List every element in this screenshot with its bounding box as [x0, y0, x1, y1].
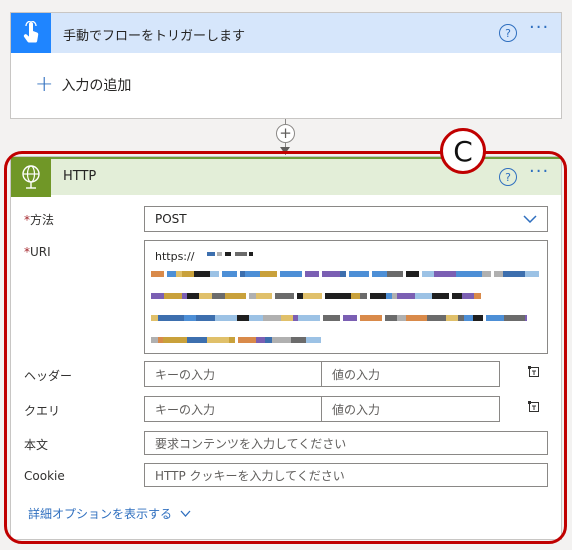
add-input-button[interactable]: + 入力の追加 [35, 72, 132, 97]
trigger-header[interactable]: 手動でフローをトリガーします ? ··· [11, 13, 561, 53]
trigger-card: 手動でフローをトリガーします ? ··· + 入力の追加 [10, 12, 562, 119]
trigger-title: 手動でフローをトリガーします [63, 29, 246, 44]
annotation-frame [4, 151, 567, 544]
add-input-label: 入力の追加 [61, 78, 132, 94]
more-options-icon[interactable]: ··· [529, 19, 549, 37]
plus-icon: + [35, 72, 54, 97]
insert-step-button[interactable]: + [276, 124, 295, 143]
help-icon[interactable]: ? [499, 24, 517, 42]
touch-hand-icon [11, 13, 51, 53]
annotation-badge: C [440, 128, 486, 174]
